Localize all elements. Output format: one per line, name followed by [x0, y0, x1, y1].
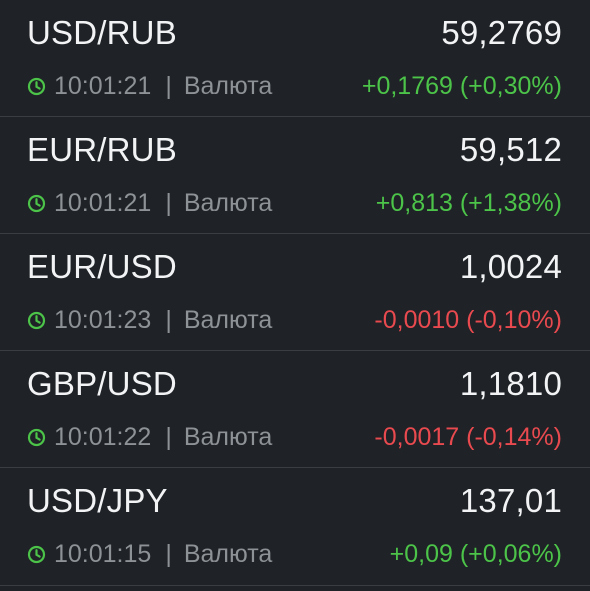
instrument-type: Валюта — [183, 305, 273, 334]
meta-separator: | — [165, 422, 172, 451]
price-value: 59,2769 — [441, 14, 562, 51]
pair-name: USD/RUB — [27, 14, 177, 51]
price-change: -0,0010 (-0,10%) — [374, 306, 562, 334]
quote-row-usd-jpy[interactable]: USD/JPY 137,01 10:01:15 | Валюта +0,09 (… — [0, 468, 590, 586]
quote-row-eur-rub[interactable]: EUR/RUB 59,512 10:01:21 | Валюта +0,813 … — [0, 117, 590, 234]
clock-icon — [27, 545, 46, 564]
clock-icon — [27, 428, 46, 447]
price-change: -0,0017 (-0,14%) — [374, 423, 562, 451]
update-time: 10:01:15 — [54, 539, 152, 568]
clock-icon — [27, 311, 46, 330]
quote-meta: 10:01:23 | Валюта — [27, 305, 272, 335]
price-change: +0,09 (+0,06%) — [389, 540, 562, 568]
quote-row-gbp-usd[interactable]: GBP/USD 1,1810 10:01:22 | Валюта -0,0017… — [0, 351, 590, 468]
quote-row-usd-rub[interactable]: USD/RUB 59,2769 10:01:21 | Валюта +0,176… — [0, 0, 590, 117]
clock-icon — [27, 77, 46, 96]
update-time: 10:01:23 — [54, 305, 152, 334]
update-time: 10:01:21 — [54, 188, 152, 217]
quote-meta: 10:01:15 | Валюта — [27, 539, 272, 569]
pair-name: EUR/USD — [27, 248, 177, 285]
meta-separator: | — [165, 71, 172, 100]
quotes-list: USD/RUB 59,2769 10:01:21 | Валюта +0,176… — [0, 0, 590, 591]
quote-meta: 10:01:21 | Валюта — [27, 71, 272, 101]
update-time: 10:01:21 — [54, 71, 152, 100]
meta-separator: | — [165, 305, 172, 334]
meta-separator: | — [165, 539, 172, 568]
pair-name: GBP/USD — [27, 365, 177, 402]
pair-name: EUR/RUB — [27, 131, 177, 168]
price-change: +0,813 (+1,38%) — [375, 189, 562, 217]
instrument-type: Валюта — [183, 188, 273, 217]
price-value: 137,01 — [459, 482, 562, 519]
instrument-type: Валюта — [183, 71, 273, 100]
update-time: 10:01:22 — [54, 422, 152, 451]
price-change: +0,1769 (+0,30%) — [361, 72, 562, 100]
price-value: 1,0024 — [459, 248, 562, 285]
instrument-type: Валюта — [183, 539, 273, 568]
quote-meta: 10:01:22 | Валюта — [27, 422, 272, 452]
pair-name: USD/JPY — [27, 482, 168, 519]
price-value: 1,1810 — [459, 365, 562, 402]
price-value: 59,512 — [459, 131, 562, 168]
quote-row-eur-usd[interactable]: EUR/USD 1,0024 10:01:23 | Валюта -0,0010… — [0, 234, 590, 351]
meta-separator: | — [165, 188, 172, 217]
clock-icon — [27, 194, 46, 213]
quote-meta: 10:01:21 | Валюта — [27, 188, 272, 218]
instrument-type: Валюта — [183, 422, 273, 451]
